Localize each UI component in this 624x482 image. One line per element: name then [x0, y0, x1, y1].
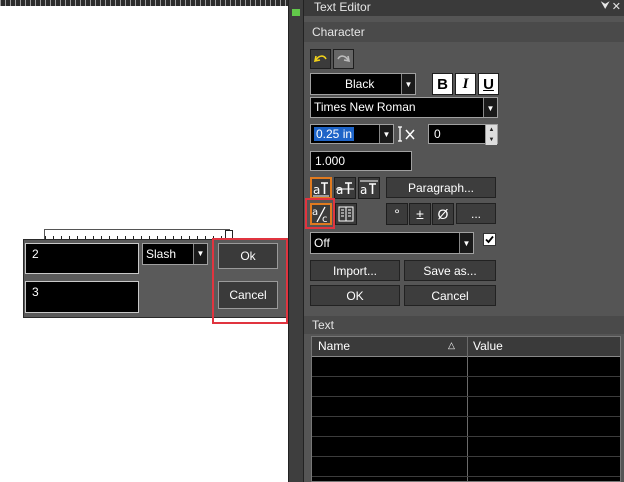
font-dropdown[interactable]: Times New Roman ▼	[310, 97, 498, 118]
editor-ok-button[interactable]: OK	[310, 285, 400, 306]
canvas-ok-button[interactable]: Ok	[218, 243, 278, 269]
text-top-align-button[interactable]: a	[358, 177, 380, 199]
char-spacing-spinner[interactable]: 0 ▲ ▼	[428, 124, 498, 145]
diameter-symbol-button[interactable]: Ø	[432, 203, 454, 225]
top-ruler	[0, 0, 288, 6]
italic-button[interactable]: I	[455, 73, 476, 95]
degree-icon: °	[394, 206, 400, 222]
import-button[interactable]: Import...	[310, 260, 400, 281]
undo-icon	[313, 55, 327, 63]
text-section-header: Text	[304, 316, 624, 334]
char-spacing-value: 0	[434, 127, 441, 141]
svg-text:a: a	[360, 183, 367, 197]
table-row[interactable]	[312, 416, 620, 417]
checkmark-icon	[485, 235, 494, 244]
fraction-mode-checkbox[interactable]	[483, 233, 496, 246]
stack-text-button[interactable]	[335, 203, 357, 225]
fraction-style-dropdown[interactable]: Slash ▼	[142, 243, 208, 265]
more-symbols-button[interactable]: ...	[456, 203, 496, 224]
column-header-value[interactable]: Value	[473, 339, 503, 353]
denominator-field[interactable]: 3	[25, 281, 139, 313]
text-size-dropdown[interactable]: 0.25 in ▼	[310, 124, 394, 144]
fraction-button[interactable]: a c	[310, 203, 332, 225]
char-spacing-icon	[397, 124, 417, 144]
bold-button[interactable]: B	[432, 73, 453, 95]
table-row[interactable]	[312, 456, 620, 457]
sort-ascending-icon[interactable]: △	[448, 340, 455, 351]
editor-cancel-button[interactable]: Cancel	[404, 285, 496, 306]
svg-text:a: a	[312, 207, 318, 218]
fraction-style-value: Slash	[146, 247, 177, 261]
fraction-icon: a c	[312, 206, 328, 225]
table-row[interactable]	[312, 396, 620, 397]
text-header-label: Text	[312, 318, 335, 332]
svg-text:a: a	[313, 183, 320, 197]
numerator-value: 2	[32, 247, 39, 261]
redo-button[interactable]	[333, 49, 354, 69]
text-align-top-icon: a	[360, 180, 378, 197]
font-value: Times New Roman	[314, 100, 416, 114]
panel-title: Text Editor	[314, 0, 371, 14]
panel-splitter[interactable]	[288, 0, 304, 482]
chevron-down-icon[interactable]: ▼	[193, 244, 207, 264]
fraction-mode-dropdown[interactable]: Off ▼	[310, 232, 474, 254]
save-as-button[interactable]: Save as...	[404, 260, 496, 281]
svg-text:a: a	[336, 183, 343, 197]
table-row[interactable]	[312, 376, 620, 377]
column-header-name[interactable]: Name	[318, 339, 350, 353]
chevron-down-icon[interactable]: ▼	[379, 125, 393, 143]
table-row[interactable]	[312, 436, 620, 437]
chevron-down-icon[interactable]: ▼	[459, 233, 473, 253]
text-align-center-icon: a	[336, 182, 354, 197]
canvas-cancel-button[interactable]: Cancel	[218, 281, 278, 309]
numerator-field[interactable]: 2	[25, 243, 139, 274]
degree-symbol-button[interactable]: °	[386, 203, 408, 225]
plus-minus-icon: ±	[416, 206, 424, 222]
superscript-align-button[interactable]: a	[310, 177, 332, 199]
stacked-text-icon	[338, 206, 354, 222]
chevron-down-icon[interactable]: ▼	[401, 74, 415, 94]
table-row[interactable]	[312, 476, 620, 477]
grid-header: Name △ Value	[312, 337, 620, 357]
text-align-bottom-icon: a	[313, 182, 329, 197]
text-color-dropdown[interactable]: Black ▼	[310, 73, 416, 95]
close-icon[interactable]: ✕	[612, 0, 621, 13]
paragraph-button[interactable]: Paragraph...	[386, 177, 496, 198]
character-section-header: Character	[304, 22, 624, 42]
character-header-label: Character	[312, 25, 365, 39]
plus-minus-symbol-button[interactable]: ±	[409, 203, 431, 225]
grid-column-divider	[467, 337, 468, 481]
denominator-value: 3	[32, 285, 39, 299]
diameter-icon: Ø	[437, 206, 449, 222]
text-color-value: Black	[345, 77, 375, 91]
undo-button[interactable]	[310, 49, 331, 69]
underline-button[interactable]: U	[478, 73, 499, 95]
splitter-grip-icon	[292, 9, 300, 16]
chevron-down-icon[interactable]: ▼	[483, 98, 497, 117]
text-editor-titlebar: Text Editor ⮟ ✕	[304, 0, 624, 16]
fraction-mode-value: Off	[314, 236, 330, 250]
width-ratio-field[interactable]: 1.000	[310, 151, 412, 171]
pin-icon[interactable]: ⮟	[601, 0, 610, 13]
text-center-align-button[interactable]: a	[334, 177, 356, 199]
text-properties-grid[interactable]: Name △ Value	[311, 336, 621, 482]
redo-icon	[337, 55, 351, 63]
text-size-value: 0.25 in	[314, 127, 355, 141]
spin-up-icon[interactable]: ▲	[485, 125, 497, 135]
width-ratio-value: 1.000	[315, 154, 346, 168]
spin-down-icon[interactable]: ▼	[485, 135, 497, 145]
svg-text:c: c	[322, 214, 328, 223]
